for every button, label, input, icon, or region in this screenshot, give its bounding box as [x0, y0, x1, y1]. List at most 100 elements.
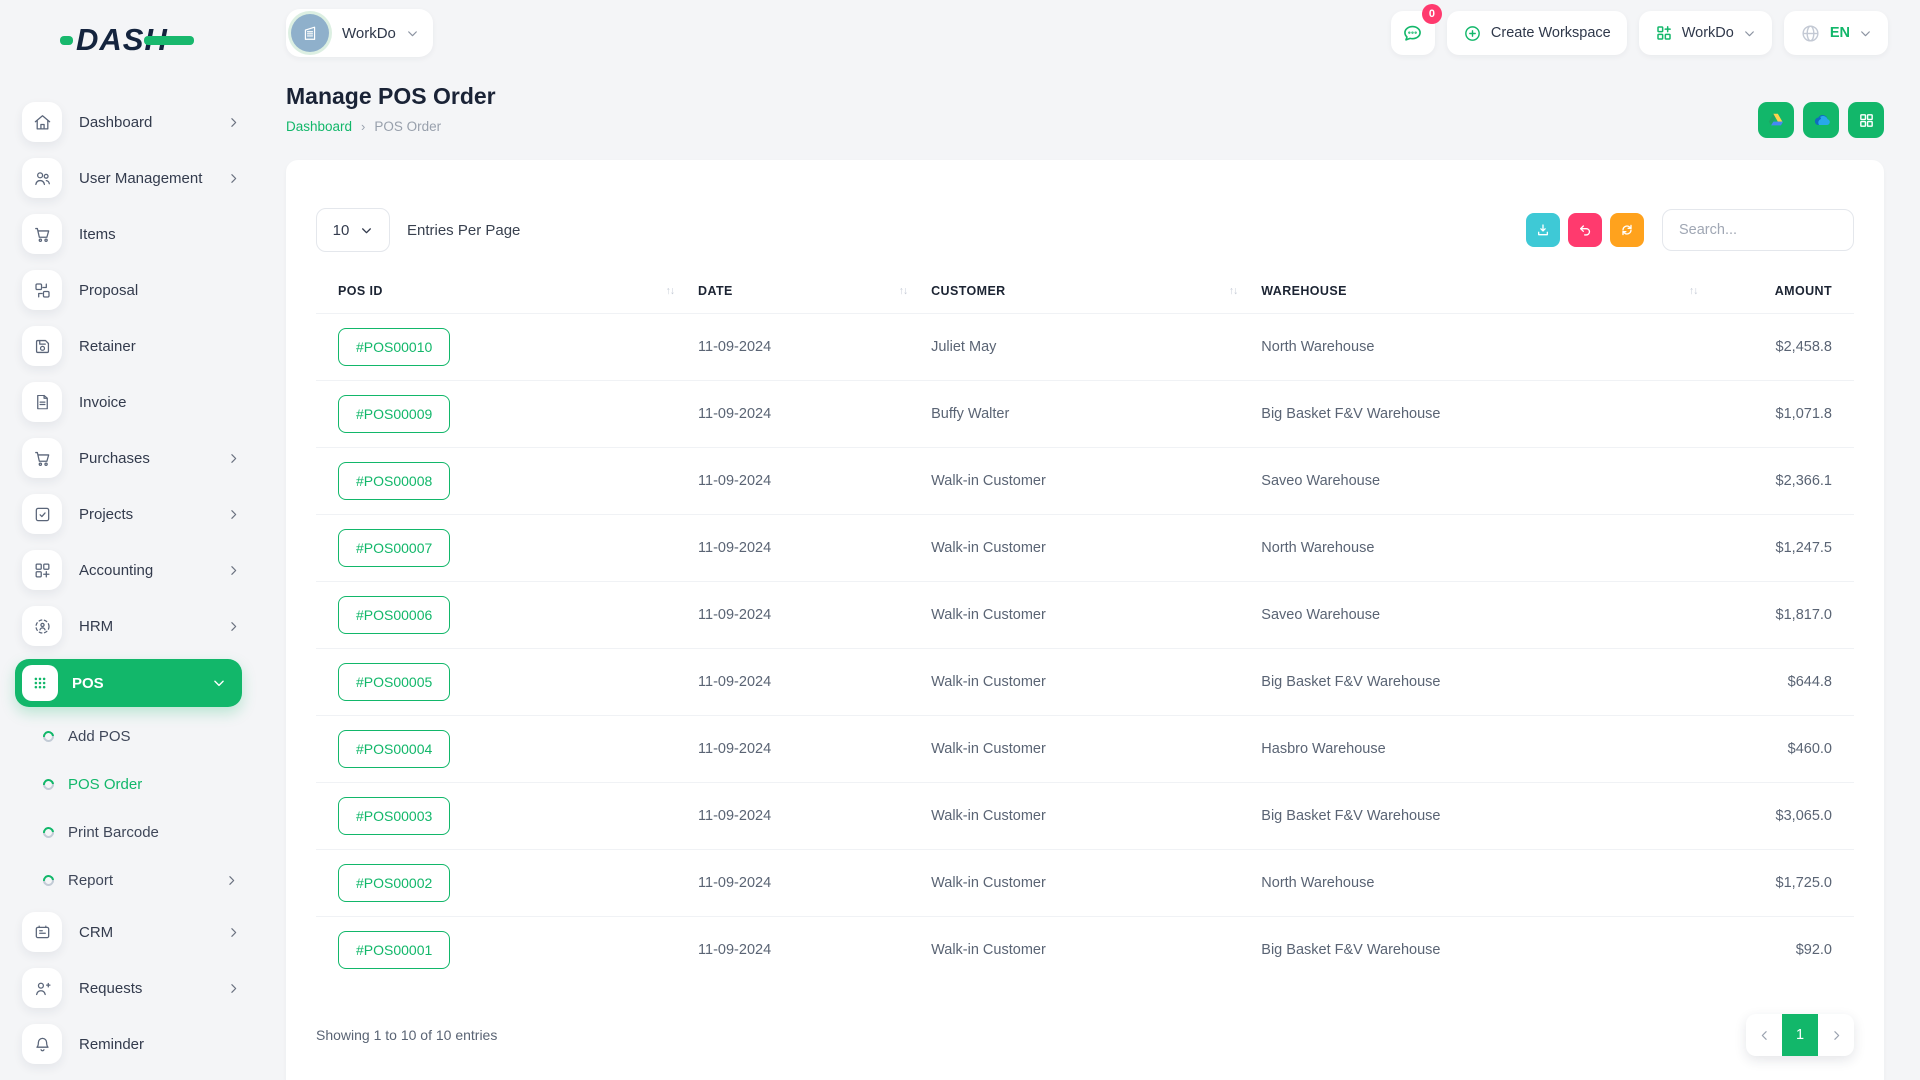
sidebar-item-retainer[interactable]: Retainer — [0, 318, 260, 374]
google-drive-button[interactable] — [1758, 102, 1794, 138]
pos-id-link[interactable]: #POS00008 — [338, 462, 450, 500]
sidebar-item-reminder[interactable]: Reminder — [0, 1016, 260, 1072]
column-header-warehouse[interactable]: WAREHOUSE↑↓ — [1261, 284, 1721, 298]
previous-page-button[interactable] — [1746, 1014, 1782, 1056]
cell-amount: $1,725.0 — [1721, 875, 1832, 891]
cell-customer: Walk-in Customer — [931, 741, 1261, 757]
cell-date: 11-09-2024 — [698, 607, 931, 623]
chevron-down-icon — [1743, 27, 1756, 40]
dots-grid-icon — [22, 665, 58, 701]
column-header-pos-id[interactable]: POS ID↑↓ — [338, 284, 698, 298]
pos-id-link[interactable]: #POS00006 — [338, 596, 450, 634]
sort-icon: ↑↓ — [899, 285, 908, 297]
column-header-customer[interactable]: CUSTOMER↑↓ — [931, 284, 1261, 298]
chevron-down-icon — [360, 224, 373, 237]
onedrive-button[interactable] — [1803, 102, 1839, 138]
sidebar-item-dashboard[interactable]: Dashboard — [0, 94, 260, 150]
cell-customer: Walk-in Customer — [931, 473, 1261, 489]
sidebar-nav: Dashboard User Management Items — [0, 94, 260, 1072]
cell-warehouse: Saveo Warehouse — [1261, 607, 1721, 623]
cell-warehouse: Saveo Warehouse — [1261, 473, 1721, 489]
pos-id-link[interactable]: #POS00009 — [338, 395, 450, 433]
submenu-item-pos-order[interactable]: POS Order — [0, 760, 260, 808]
chevron-down-icon — [212, 676, 226, 690]
sidebar-item-proposal[interactable]: Proposal — [0, 262, 260, 318]
globe-icon — [1800, 23, 1821, 44]
column-header-date[interactable]: DATE↑↓ — [698, 284, 931, 298]
sidebar-item-requests[interactable]: Requests — [0, 960, 260, 1016]
sidebar-item-user-management[interactable]: User Management — [0, 150, 260, 206]
pos-id-link[interactable]: #POS00003 — [338, 797, 450, 835]
submenu-item-report[interactable]: Report — [0, 856, 260, 904]
table-row: #POS00004 11-09-2024 Walk-in Customer Ha… — [316, 715, 1854, 782]
workspace-selector[interactable]: WorkDo — [286, 9, 433, 57]
pos-id-link[interactable]: #POS00001 — [338, 931, 450, 969]
workspace-switch-button[interactable]: WorkDo — [1639, 11, 1772, 55]
sidebar-item-items[interactable]: Items — [0, 206, 260, 262]
cell-warehouse: Big Basket F&V Warehouse — [1261, 406, 1721, 422]
integration-buttons — [1758, 102, 1884, 138]
topbar-actions: 0 Create Workspace WorkDo EN — [1391, 11, 1888, 55]
cell-amount: $1,071.8 — [1721, 406, 1832, 422]
cell-customer: Juliet May — [931, 339, 1261, 355]
cell-amount: $2,366.1 — [1721, 473, 1832, 489]
cell-date: 11-09-2024 — [698, 339, 931, 355]
undo-icon — [1577, 222, 1593, 238]
current-page-button[interactable]: 1 — [1782, 1014, 1818, 1056]
submenu-item-print-barcode[interactable]: Print Barcode — [0, 808, 260, 856]
entries-per-page-select[interactable]: 10 — [316, 208, 390, 252]
export-button[interactable] — [1526, 213, 1560, 247]
pos-id-link[interactable]: #POS00002 — [338, 864, 450, 902]
cell-amount: $644.8 — [1721, 674, 1832, 690]
sidebar-item-accounting[interactable]: Accounting — [0, 542, 260, 598]
main-content: Manage POS Order Dashboard › POS Order — [286, 78, 1884, 1080]
language-label: EN — [1830, 25, 1850, 41]
table-row: #POS00007 11-09-2024 Walk-in Customer No… — [316, 514, 1854, 581]
create-workspace-button[interactable]: Create Workspace — [1447, 11, 1627, 55]
search-input[interactable] — [1662, 209, 1854, 251]
language-selector[interactable]: EN — [1784, 11, 1888, 55]
brand-logo[interactable]: DASH — [60, 22, 194, 58]
sidebar-item-projects[interactable]: Projects — [0, 486, 260, 542]
cell-date: 11-09-2024 — [698, 406, 931, 422]
breadcrumb-dashboard-link[interactable]: Dashboard — [286, 119, 352, 134]
logo-dash-bar — [144, 36, 194, 45]
sidebar-item-crm[interactable]: CRM — [0, 904, 260, 960]
sidebar-item-purchases[interactable]: Purchases — [0, 430, 260, 486]
column-header-amount[interactable]: AMOUNT — [1721, 284, 1832, 298]
messages-button[interactable]: 0 — [1391, 11, 1435, 55]
bullet-icon — [41, 824, 56, 839]
sidebar-item-invoice[interactable]: Invoice — [0, 374, 260, 430]
refresh-button[interactable] — [1610, 213, 1644, 247]
chevron-right-icon — [227, 452, 240, 465]
cell-warehouse: North Warehouse — [1261, 339, 1721, 355]
pos-id-link[interactable]: #POS00005 — [338, 663, 450, 701]
topbar: WorkDo 0 Create Workspace WorkDo EN — [260, 0, 1920, 66]
cell-date: 11-09-2024 — [698, 808, 931, 824]
cell-warehouse: Hasbro Warehouse — [1261, 741, 1721, 757]
save-icon — [22, 326, 62, 366]
cell-date: 11-09-2024 — [698, 942, 931, 958]
submenu-item-add-pos[interactable]: Add POS — [0, 712, 260, 760]
pos-submenu: Add POS POS Order Print Barcode Report — [0, 712, 260, 904]
cell-customer: Walk-in Customer — [931, 808, 1261, 824]
bell-icon — [22, 1024, 62, 1064]
workspace-name: WorkDo — [342, 25, 396, 42]
table-row: #POS00009 11-09-2024 Buffy Walter Big Ba… — [316, 380, 1854, 447]
scan-person-icon — [22, 606, 62, 646]
cart-icon — [22, 214, 62, 254]
home-icon — [22, 102, 62, 142]
table-row: #POS00001 11-09-2024 Walk-in Customer Bi… — [316, 916, 1854, 983]
apps-grid-button[interactable] — [1848, 102, 1884, 138]
pos-id-link[interactable]: #POS00004 — [338, 730, 450, 768]
pos-order-card: 10 Entries Per Page — [286, 160, 1884, 1080]
pos-id-link[interactable]: #POS00007 — [338, 529, 450, 567]
sidebar-item-pos[interactable]: POS — [15, 659, 242, 707]
next-page-button[interactable] — [1818, 1014, 1854, 1056]
sidebar-item-hrm[interactable]: HRM — [0, 598, 260, 654]
cell-warehouse: Big Basket F&V Warehouse — [1261, 942, 1721, 958]
reset-button[interactable] — [1568, 213, 1602, 247]
pos-id-link[interactable]: #POS00010 — [338, 328, 450, 366]
cell-amount: $460.0 — [1721, 741, 1832, 757]
chevron-down-icon — [1859, 27, 1872, 40]
